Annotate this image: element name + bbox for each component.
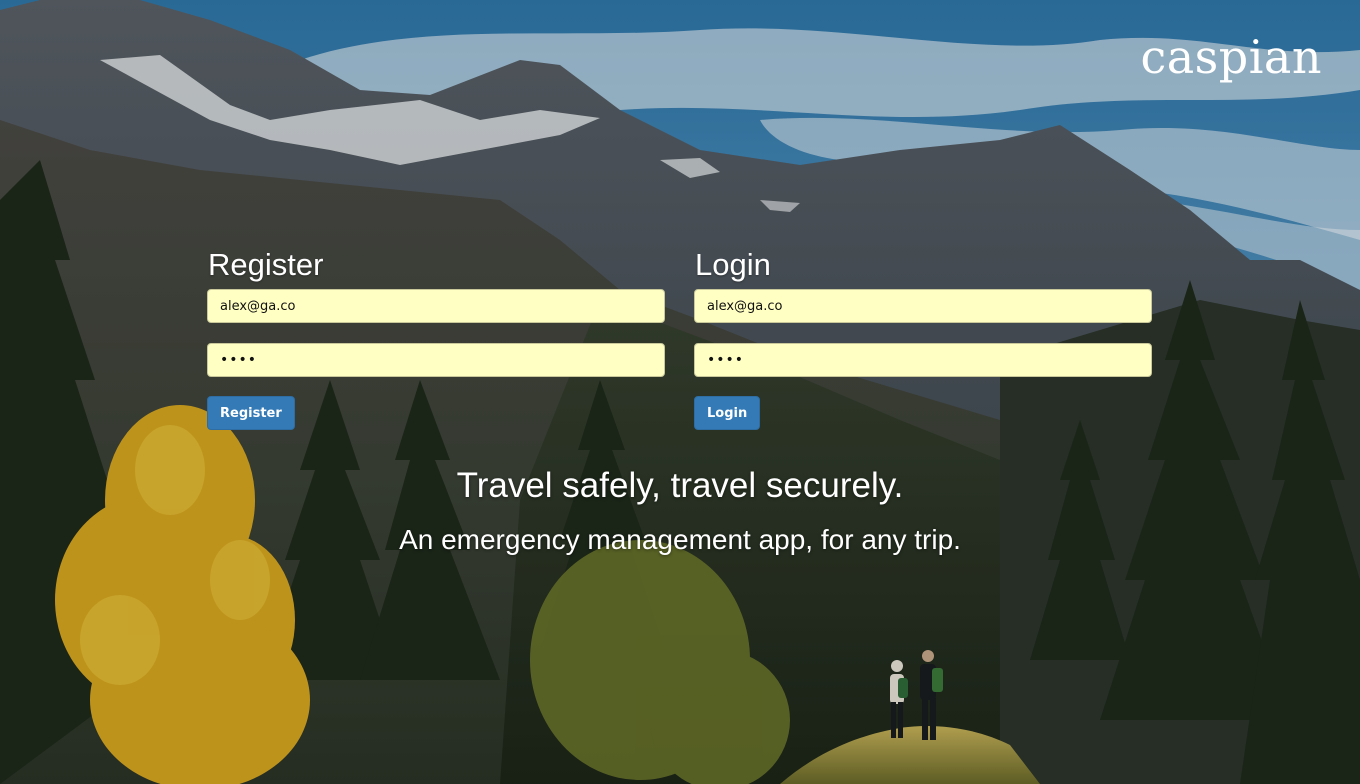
- register-form: Register Register: [207, 244, 665, 430]
- login-email-input[interactable]: [694, 289, 1152, 323]
- brand-logo[interactable]: caspian: [1110, 34, 1322, 80]
- register-button[interactable]: Register: [207, 396, 295, 430]
- login-button[interactable]: Login: [694, 396, 761, 430]
- register-title: Register: [208, 247, 324, 282]
- login-form: Login Login: [694, 244, 1152, 430]
- register-password-input[interactable]: [207, 343, 665, 377]
- hero-subheadline: An emergency management app, for any tri…: [399, 524, 961, 555]
- login-title: Login: [695, 247, 771, 282]
- landing-page: caspian Register Register Login Login Tr…: [0, 0, 1360, 784]
- mountain-background-image: [0, 0, 1360, 784]
- login-password-input[interactable]: [694, 343, 1152, 377]
- register-email-input[interactable]: [207, 289, 665, 323]
- hero-headline: Travel safely, travel securely.: [456, 466, 904, 505]
